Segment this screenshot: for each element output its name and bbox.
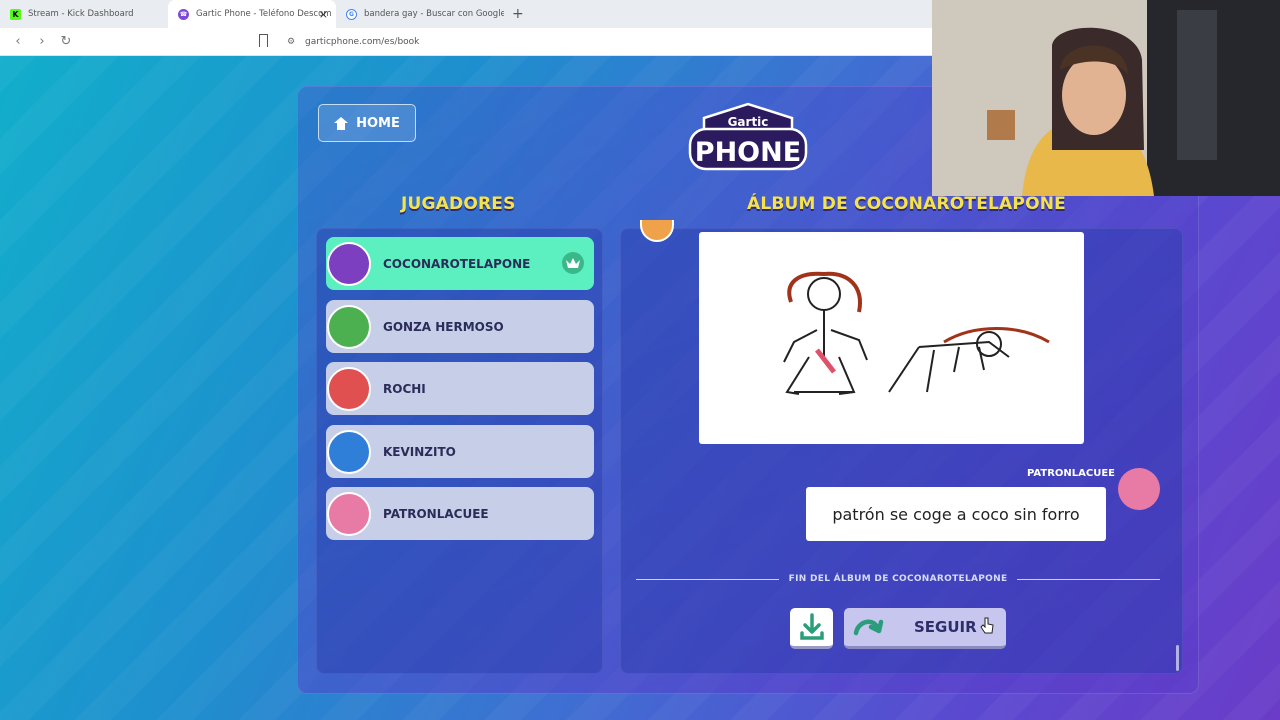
player-name: PATRONLACUEE [383,506,489,521]
player-name: GONZA HERMOSO [383,319,504,334]
forward-icon[interactable]: › [36,34,48,49]
gartic-icon: ☎ [178,8,189,20]
album-end-divider: FIN DEL ÁLBUM DE COCONAROTELAPONE [636,573,1161,585]
tab-title: Stream - Kick Dashboard [28,9,134,19]
url-field[interactable]: ⚙ garticphone.com/es/book [287,37,419,47]
site-info-icon[interactable]: ⚙ [287,37,297,47]
logo-word-gartic: Gartic [728,115,769,129]
guess-text: patrón se coge a coco sin forro [832,504,1080,524]
home-button[interactable]: HOME [318,104,416,142]
album-heading: ÁLBUM DE COCONAROTELAPONE [747,194,1066,214]
avatar [1118,468,1160,510]
player-name: KEVINZITO [383,444,456,459]
new-tab-button[interactable]: + [512,6,524,22]
google-icon: G [346,8,357,20]
player-row-gonza-hermoso[interactable]: GONZA HERMOSO [326,300,594,353]
crown-icon [562,252,584,274]
divider [1017,578,1161,580]
url-text: garticphone.com/es/book [305,36,420,47]
home-icon [334,116,349,130]
player-row-kevinzito[interactable]: KEVINZITO [326,425,594,478]
player-row-rochi[interactable]: ROCHI [326,362,594,415]
avatar [327,304,371,349]
divider [636,578,779,580]
browser-tab-bar: K Stream - Kick Dashboard ☎ Gartic Phone… [0,0,932,28]
back-icon[interactable]: ‹ [12,34,24,49]
download-icon [799,613,824,640]
next-arrow-icon [853,619,884,636]
webcam-overlay [932,0,1280,196]
players-heading: JUGADORES [401,194,516,214]
reload-icon[interactable]: ↻ [60,34,72,49]
gartic-phone-logo: Gartic PHONE [688,102,808,171]
bookmark-icon[interactable] [259,34,268,47]
album-scrollbar[interactable] [1176,645,1179,671]
kick-icon: K [10,8,21,20]
tab-title: bandera gay - Buscar con Google [364,9,504,19]
guess-author: PATRONLACUEE [1027,468,1115,479]
avatar [327,241,371,286]
player-name: ROCHI [383,381,426,396]
logo-word-phone: PHONE [695,137,801,168]
avatar [327,366,371,411]
hand-cursor-icon [980,617,994,634]
close-tab-icon[interactable]: × [319,8,328,21]
tab-title: Gartic Phone - Teléfono Descom [196,9,332,19]
continue-label: SEGUIR [914,618,977,636]
home-label: HOME [356,115,400,131]
avatar [327,491,371,536]
player-row-patronlacuee[interactable]: PATRONLACUEE [326,487,594,540]
address-bar: ‹ › ↻ ⚙ garticphone.com/es/book [0,28,932,56]
avatar [327,429,371,474]
download-button[interactable] [790,608,833,649]
tab-kick-dashboard[interactable]: K Stream - Kick Dashboard [0,0,168,28]
drawing-canvas [699,232,1084,444]
guess-bubble: patrón se coge a coco sin forro [806,487,1106,541]
album-end-label: FIN DEL ÁLBUM DE COCONAROTELAPONE [788,574,1008,584]
player-row-coconarotelapone[interactable]: COCONAROTELAPONE [326,237,594,290]
player-name: COCONAROTELAPONE [383,256,531,271]
tab-google-search[interactable]: G bandera gay - Buscar con Google [336,0,504,28]
tab-gartic-phone[interactable]: ☎ Gartic Phone - Teléfono Descom × [168,0,336,28]
